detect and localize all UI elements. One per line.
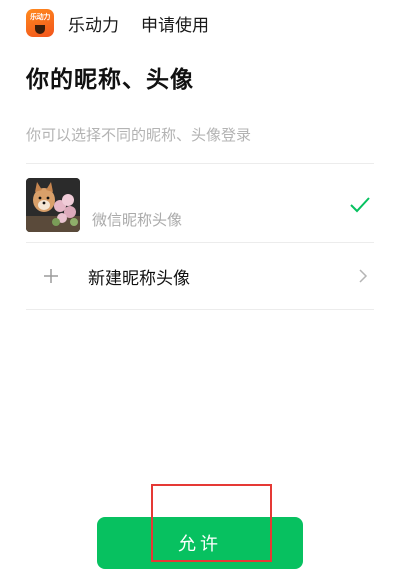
avatar [26,178,80,232]
app-name: 乐动力 [68,15,119,36]
chevron-right-icon [359,269,368,283]
plus-icon [44,269,58,283]
option-wechat-profile[interactable]: 微信昵称头像 [26,170,374,240]
header: 乐动力 乐动力 申请使用 [26,9,209,37]
option-new-profile[interactable]: 新建昵称头像 [26,244,374,308]
authorization-page: 乐动力 乐动力 申请使用 你的昵称、头像 你可以选择不同的昵称、头像登录 微信昵… [0,0,400,571]
header-action: 申请使用 [141,15,209,36]
divider [26,242,374,243]
page-title: 你的昵称、头像 [26,67,194,93]
new-profile-label: 新建昵称头像 [88,268,190,289]
hint-text: 你可以选择不同的昵称、头像登录 [26,126,252,144]
avatar-image [26,178,80,232]
app-logo: 乐动力 [26,9,54,37]
allow-button[interactable]: 允许 [97,517,303,569]
check-icon [350,197,370,213]
divider [26,309,374,310]
wechat-profile-label: 微信昵称头像 [92,210,183,229]
divider [26,163,374,164]
app-logo-text: 乐动力 [29,13,51,21]
dog-face-icon [35,25,45,34]
